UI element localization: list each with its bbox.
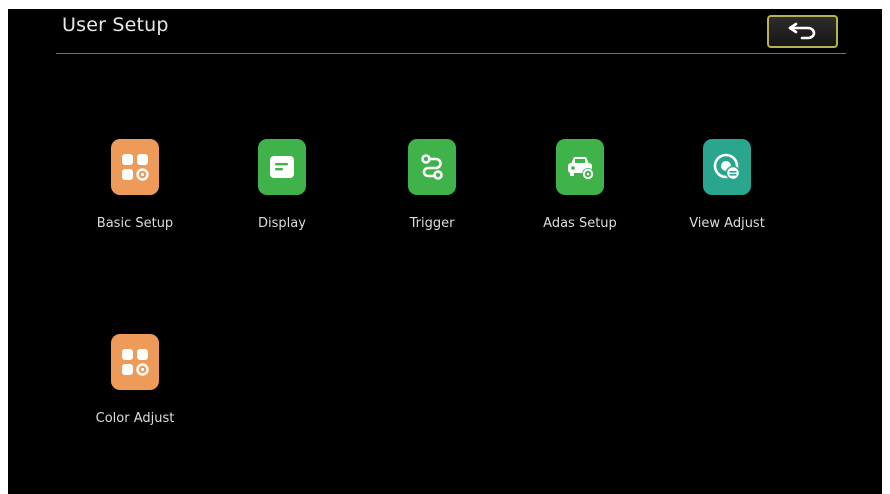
back-arrow-icon (786, 20, 820, 44)
menu-item-trigger[interactable]: Trigger (372, 139, 492, 249)
menu-item-label: Adas Setup (543, 216, 617, 231)
camera-view-icon (703, 139, 751, 195)
grid-gear-icon (111, 334, 159, 390)
display-text-icon (258, 139, 306, 195)
menu-item-label: View Adjust (689, 216, 765, 231)
header-divider (56, 53, 846, 54)
page-title: User Setup (62, 14, 169, 36)
user-setup-screen: User Setup Basic Setup Display Trigger A… (8, 9, 882, 494)
menu-item-label: Trigger (409, 216, 455, 231)
menu-item-display[interactable]: Display (222, 139, 342, 249)
menu-item-adas-setup[interactable]: Adas Setup (520, 139, 640, 249)
grid-gear-icon (111, 139, 159, 195)
menu-item-label: Display (258, 216, 306, 231)
menu-item-color-adjust[interactable]: Color Adjust (75, 334, 195, 444)
menu-item-basic-setup[interactable]: Basic Setup (75, 139, 195, 249)
route-path-icon (408, 139, 456, 195)
menu-item-label: Color Adjust (95, 411, 175, 426)
back-button[interactable] (767, 15, 838, 48)
car-settings-icon (556, 139, 604, 195)
menu-item-view-adjust[interactable]: View Adjust (667, 139, 787, 249)
menu-item-label: Basic Setup (96, 216, 174, 231)
